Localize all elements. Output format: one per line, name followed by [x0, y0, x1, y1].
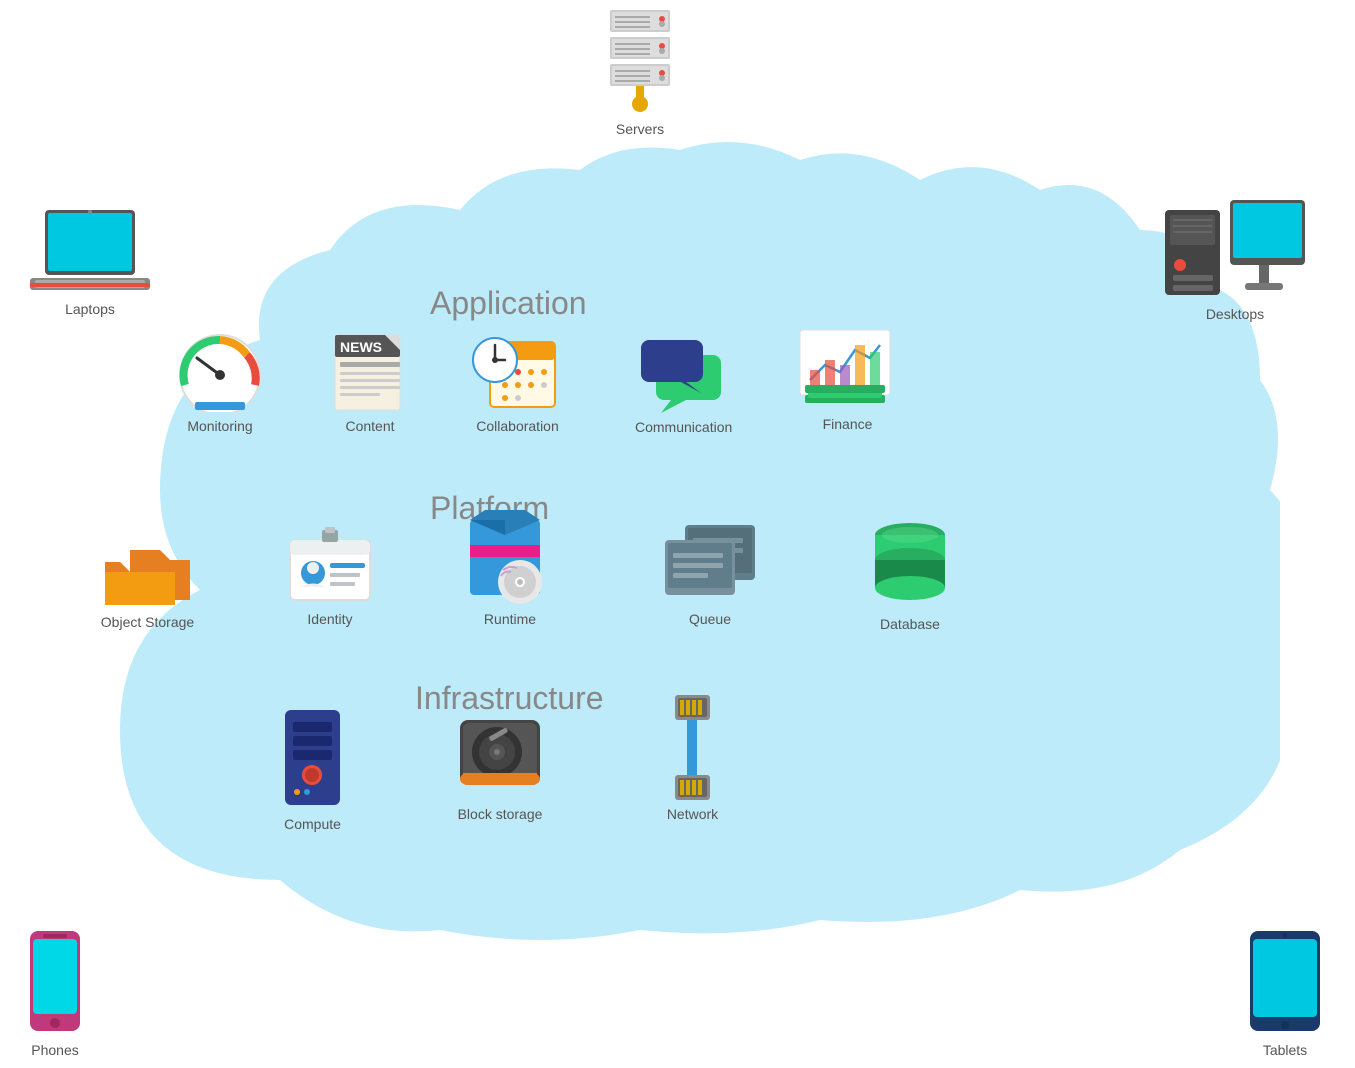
laptops-item: Laptops [30, 210, 150, 317]
database-icon [870, 520, 950, 610]
finance-item: Finance [800, 330, 895, 432]
compute-item: Compute [275, 710, 350, 832]
network-icon [660, 695, 725, 800]
laptops-label: Laptops [65, 301, 115, 317]
identity-item: Identity [285, 525, 375, 627]
finance-icon [800, 330, 895, 410]
servers-item: Servers [600, 10, 680, 137]
runtime-icon [465, 510, 555, 605]
phones-label: Phones [31, 1042, 78, 1058]
desktops-label: Desktops [1206, 306, 1264, 322]
finance-label: Finance [823, 416, 873, 432]
servers-icon [600, 10, 680, 115]
collaboration-icon [470, 330, 565, 412]
database-item: Database [870, 520, 950, 632]
runtime-item: Runtime [465, 510, 555, 627]
identity-label: Identity [307, 611, 352, 627]
communication-icon [636, 335, 731, 413]
object-storage-item: Object Storage [100, 530, 195, 630]
database-label: Database [880, 616, 940, 632]
tablets-item: Tablets [1245, 931, 1325, 1058]
queue-item: Queue [660, 520, 760, 627]
monitoring-label: Monitoring [187, 418, 252, 434]
content-item: NEWS Content [330, 330, 410, 434]
phones-icon [25, 931, 85, 1036]
monitoring-item: Monitoring [175, 330, 265, 434]
network-item: Network [660, 695, 725, 822]
servers-label: Servers [616, 121, 664, 137]
queue-icon [660, 520, 760, 605]
object-storage-label: Object Storage [101, 614, 194, 630]
identity-icon [285, 525, 375, 605]
svg-text:NEWS: NEWS [340, 339, 382, 355]
phones-item: Phones [25, 931, 85, 1058]
collaboration-label: Collaboration [476, 418, 559, 434]
runtime-label: Runtime [484, 611, 536, 627]
tablets-label: Tablets [1263, 1042, 1307, 1058]
desktops-icon [1165, 200, 1305, 300]
content-label: Content [345, 418, 394, 434]
communication-label: Communication [635, 419, 732, 435]
monitoring-icon [175, 330, 265, 412]
block-storage-label: Block storage [458, 806, 543, 822]
tablets-icon [1245, 931, 1325, 1036]
content-icon: NEWS [330, 330, 410, 412]
collaboration-item: Collaboration [470, 330, 565, 434]
object-storage-icon [100, 530, 195, 608]
block-storage-item: Block storage [455, 710, 545, 822]
network-label: Network [667, 806, 718, 822]
compute-icon [275, 710, 350, 810]
laptops-icon [30, 210, 150, 295]
desktops-item: Desktops [1165, 200, 1305, 322]
communication-item: Communication [635, 335, 732, 435]
block-storage-icon [455, 710, 545, 800]
application-label: Application [430, 285, 587, 322]
queue-label: Queue [689, 611, 731, 627]
compute-label: Compute [284, 816, 341, 832]
